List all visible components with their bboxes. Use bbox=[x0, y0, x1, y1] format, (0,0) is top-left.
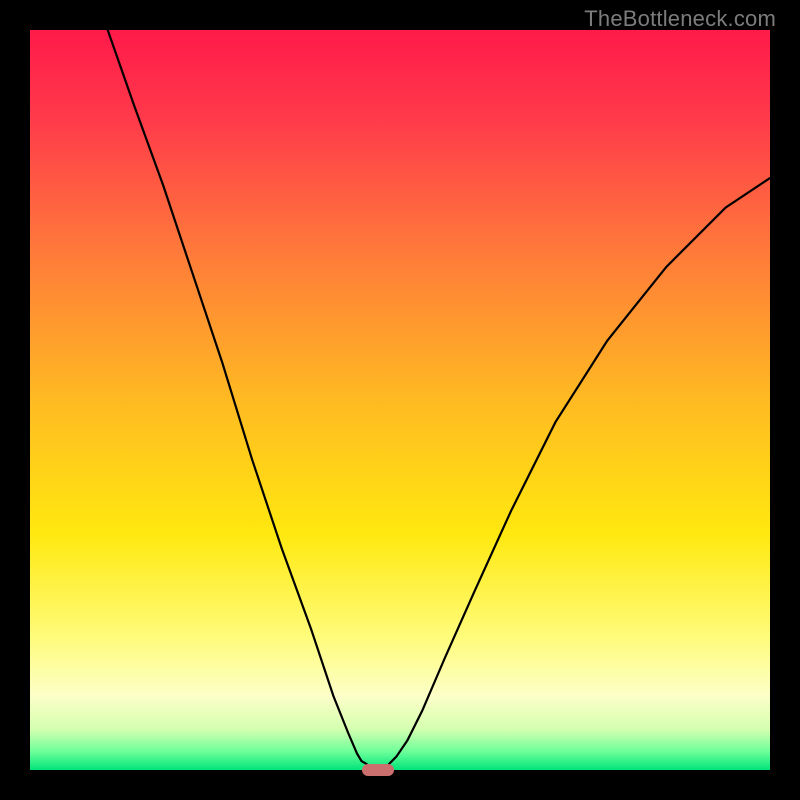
curve-left-branch bbox=[108, 30, 367, 764]
bottleneck-curve bbox=[30, 30, 770, 770]
chart-area bbox=[30, 30, 770, 770]
watermark-text: TheBottleneck.com bbox=[584, 6, 776, 32]
curve-right-branch bbox=[389, 178, 770, 764]
optimal-marker bbox=[362, 764, 395, 776]
